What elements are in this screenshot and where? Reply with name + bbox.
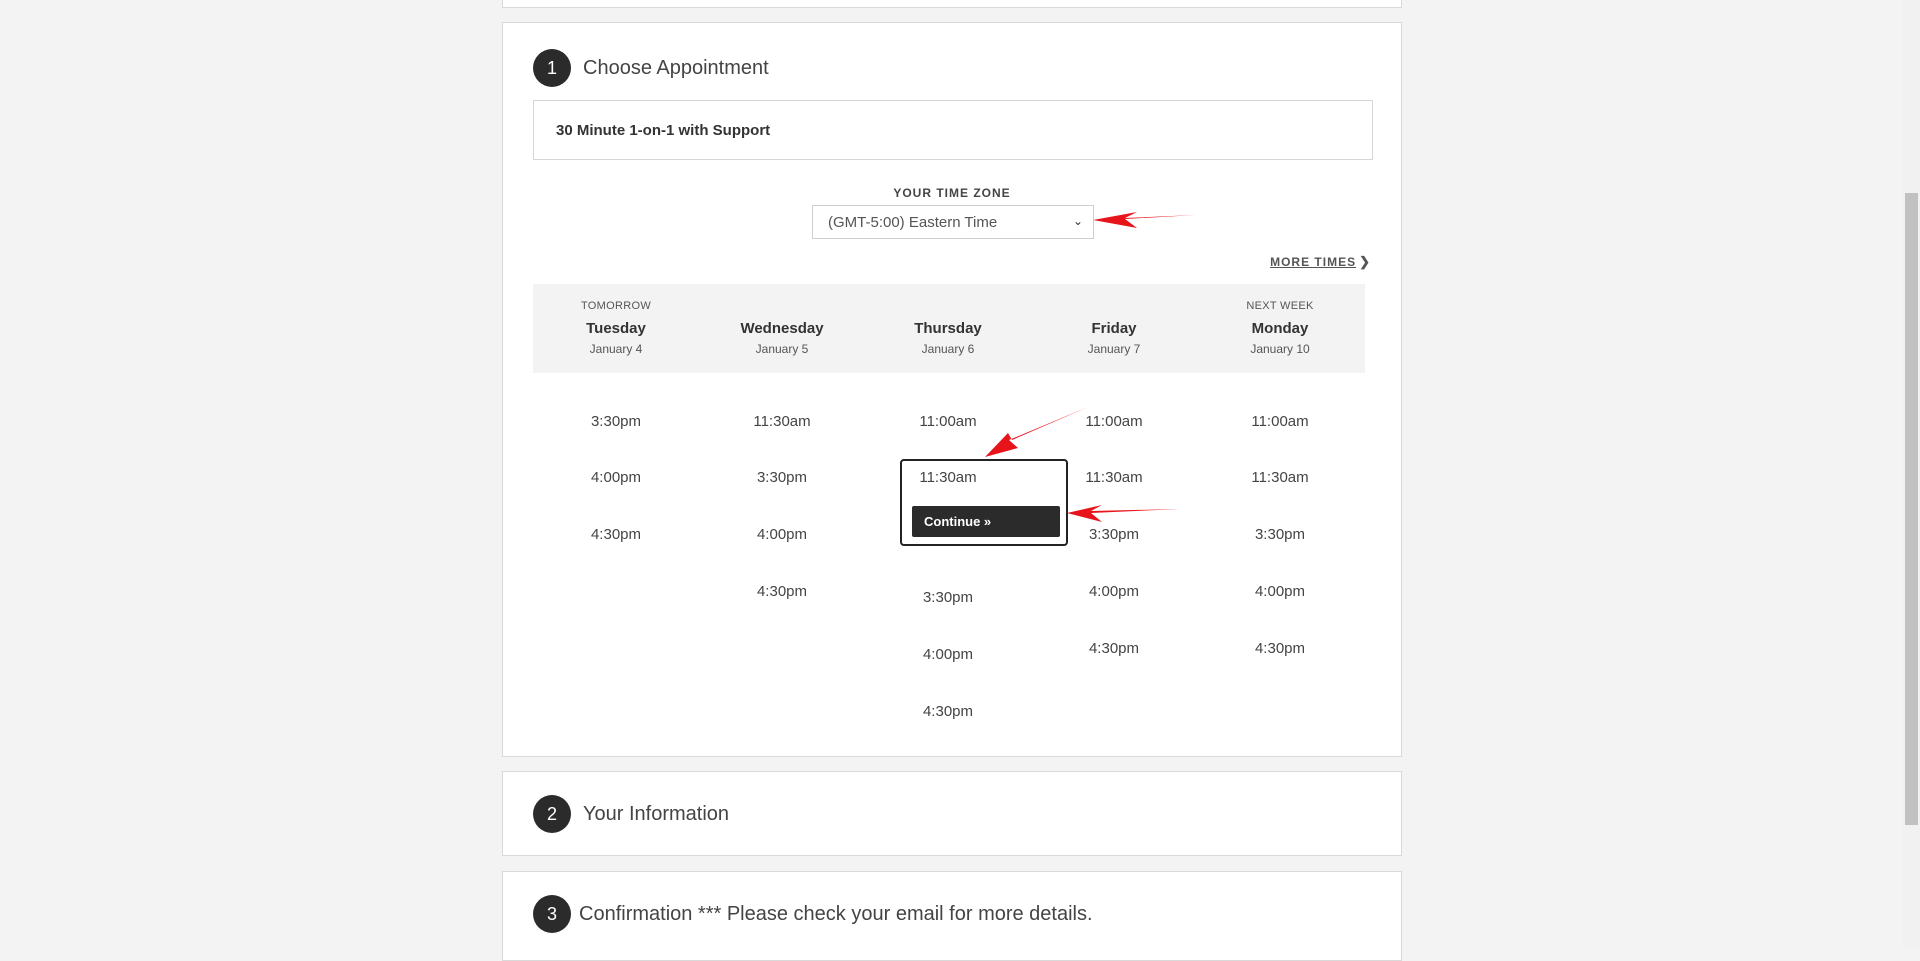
day-header-row: TOMORROW Tuesday January 4 Wednesday Jan…: [533, 284, 1365, 373]
time-slot[interactable]: 11:30am: [699, 413, 865, 430]
step-header-confirm: 3 Confirmation *** Please check your ema…: [533, 895, 1093, 933]
time-slot[interactable]: 4:30pm: [865, 703, 1031, 720]
time-slot[interactable]: 4:30pm: [1197, 640, 1363, 657]
chevron-down-icon: ⌄: [1072, 214, 1083, 228]
step-title: Confirmation *** Please check your email…: [579, 902, 1093, 925]
day-name: Monday: [1251, 320, 1309, 337]
more-times-link[interactable]: MORE TIMES ❯: [1270, 254, 1371, 270]
scrollbar-thumb[interactable]: [1905, 193, 1918, 825]
timezone-select[interactable]: (GMT-5:00) Eastern Time ⌄: [812, 205, 1094, 239]
day-date: January 4: [589, 342, 643, 356]
time-slot[interactable]: 3:30pm: [699, 469, 865, 486]
day-date: January 7: [1087, 342, 1141, 356]
scrollbar[interactable]: [1903, 0, 1920, 947]
time-slot[interactable]: 11:00am: [1197, 413, 1363, 430]
time-slot[interactable]: 4:00pm: [533, 469, 699, 486]
your-information-panel[interactable]: 2 Your Information: [502, 771, 1402, 856]
time-slot[interactable]: 4:00pm: [865, 646, 1031, 663]
time-slot[interactable]: 4:00pm: [1031, 583, 1197, 600]
day-date: January 6: [921, 342, 975, 356]
time-slot[interactable]: 4:00pm: [699, 526, 865, 543]
time-slot[interactable]: 11:00am: [1031, 413, 1197, 430]
time-slot[interactable]: 3:30pm: [865, 589, 1031, 606]
day-prefix: TOMORROW: [580, 300, 652, 312]
step-header-choose: 1 Choose Appointment: [533, 49, 769, 87]
time-slot[interactable]: 3:30pm: [1197, 526, 1363, 543]
step-number-badge: 1: [533, 49, 571, 87]
day-date: January 5: [755, 342, 809, 356]
day-name: Tuesday: [586, 320, 646, 337]
step-header-info: 2 Your Information: [533, 795, 729, 833]
time-slot[interactable]: 11:30am: [1031, 469, 1197, 486]
time-slot[interactable]: 11:30am: [1197, 469, 1363, 486]
confirmation-panel: 3 Confirmation *** Please check your ema…: [502, 871, 1402, 961]
day-name: Friday: [1091, 320, 1137, 337]
timezone-label: YOUR TIME ZONE: [893, 186, 1011, 200]
timezone-selected-value: (GMT-5:00) Eastern Time: [828, 213, 998, 231]
day-prefix: NEXT WEEK: [1246, 300, 1314, 312]
time-slot[interactable]: 4:30pm: [533, 526, 699, 543]
appointment-type[interactable]: 30 Minute 1-on-1 with Support: [533, 100, 1373, 160]
step-number-badge: 2: [533, 795, 571, 833]
time-slot[interactable]: 11:00am: [865, 413, 1031, 430]
step-title: Choose Appointment: [583, 56, 769, 79]
previous-panel: [502, 0, 1402, 8]
continue-button[interactable]: Continue »: [912, 506, 1060, 537]
time-slot[interactable]: 4:30pm: [699, 583, 865, 600]
time-slot[interactable]: 4:00pm: [1197, 583, 1363, 600]
step-title: Your Information: [583, 802, 730, 825]
day-name: Thursday: [914, 320, 982, 337]
chevron-right-icon: ❯: [1359, 254, 1371, 269]
time-slot[interactable]: 4:30pm: [1031, 640, 1197, 657]
day-name: Wednesday: [740, 320, 824, 337]
time-slot-selected[interactable]: 11:30am: [865, 469, 1031, 486]
more-times-label: MORE TIMES: [1270, 255, 1357, 269]
step-number-badge: 3: [533, 895, 571, 933]
day-date: January 10: [1250, 342, 1310, 356]
time-slot[interactable]: 3:30pm: [533, 413, 699, 430]
